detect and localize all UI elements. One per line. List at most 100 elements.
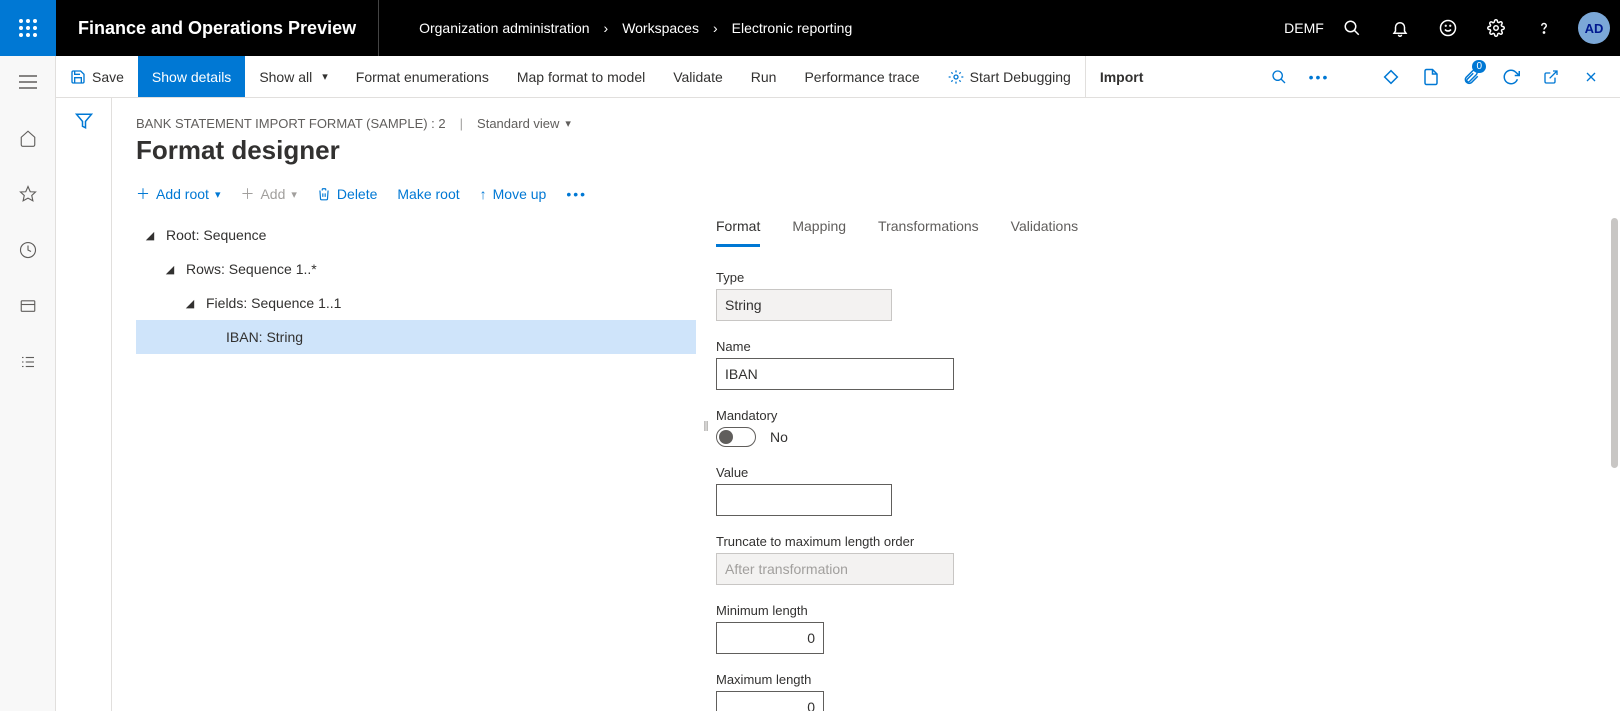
nav-modules[interactable] [8,346,48,378]
add-root-button[interactable]: ＋ Add root ▾ [136,184,220,204]
show-all-label: Show all [259,69,312,85]
tree-node-root[interactable]: ◢ Root: Sequence [136,218,696,252]
value-field[interactable] [716,484,892,516]
refresh-button[interactable] [1492,56,1530,98]
tree-node-fields[interactable]: ◢ Fields: Sequence 1..1 [136,286,696,320]
smiley-icon [1439,19,1457,37]
breadcrumb-item[interactable]: Electronic reporting [732,20,853,36]
gear-icon [1487,19,1505,37]
save-button[interactable]: Save [56,56,138,97]
workspace-icon [19,297,37,315]
nav-home[interactable] [8,122,48,154]
nav-favorites[interactable] [8,178,48,210]
chevron-down-icon: ▾ [322,70,328,83]
run-button[interactable]: Run [737,56,791,97]
close-button[interactable] [1572,56,1610,98]
bell-icon [1391,19,1409,37]
delete-button[interactable]: Delete [317,186,377,202]
performance-trace-button[interactable]: Performance trace [790,56,933,97]
page: BANK STATEMENT IMPORT FORMAT (SAMPLE) : … [112,98,1620,711]
popout-button[interactable] [1532,56,1570,98]
property-tabs: Format Mapping Transformations Validatio… [716,218,1416,248]
move-up-button[interactable]: ↑ Move up [480,186,547,202]
filter-button[interactable] [75,112,93,711]
chevron-down-icon: ▾ [291,188,297,201]
type-label: Type [716,270,1416,285]
truncate-label: Truncate to maximum length order [716,534,1416,549]
validate-button[interactable]: Validate [659,56,737,97]
view-dropdown[interactable]: Standard view ▾ [477,116,571,131]
nav-recent[interactable] [8,234,48,266]
search-icon [1343,19,1361,37]
user-avatar[interactable]: AD [1578,12,1610,44]
collapse-icon[interactable]: ◢ [142,229,158,242]
import-button[interactable]: Import [1085,56,1158,97]
find-button[interactable] [1260,56,1298,98]
main-area: Save Show details Show all ▾ Format enum… [56,56,1620,711]
action-bar: Save Show details Show all ▾ Format enum… [56,56,1620,98]
pane-resize-handle[interactable]: ‖ [696,218,716,711]
attachments-button[interactable]: 0 [1452,56,1490,98]
help-icon [1535,19,1553,37]
nav-expand-button[interactable] [8,66,48,98]
make-root-button[interactable]: Make root [397,186,459,202]
add-button[interactable]: ＋ Add ▾ [240,184,296,204]
show-all-button[interactable]: Show all ▾ [245,56,341,97]
mandatory-toggle[interactable] [716,427,756,447]
tab-validations[interactable]: Validations [1011,218,1078,247]
mandatory-label: Mandatory [716,408,1416,423]
arrow-up-icon: ↑ [480,186,487,202]
name-field[interactable] [716,358,954,390]
breadcrumb-item[interactable]: Organization administration [419,20,589,36]
tree-more-button[interactable]: ••• [566,186,587,202]
tab-format[interactable]: Format [716,218,760,247]
office-addins-button[interactable] [1372,56,1410,98]
type-field[interactable] [716,289,892,321]
company-picker[interactable]: DEMF [1280,0,1328,56]
truncate-field[interactable] [716,553,954,585]
chevron-right-icon: › [713,20,718,36]
show-details-button[interactable]: Show details [138,56,245,97]
breadcrumb-item[interactable]: Workspaces [622,20,699,36]
map-format-button[interactable]: Map format to model [503,56,659,97]
settings-button[interactable] [1472,0,1520,56]
plus-icon: ＋ [240,184,254,204]
min-length-field[interactable] [716,622,824,654]
search-button[interactable] [1328,0,1376,56]
shell: Save Show details Show all ▾ Format enum… [0,56,1620,711]
notifications-button[interactable] [1376,0,1424,56]
funnel-icon [75,112,93,130]
tab-mapping[interactable]: Mapping [792,218,846,247]
breadcrumb: Organization administration › Workspaces… [379,20,852,36]
open-excel-button[interactable] [1412,56,1450,98]
help-button[interactable] [1520,0,1568,56]
start-debugging-button[interactable]: Start Debugging [934,56,1085,97]
max-length-field[interactable] [716,691,824,711]
chevron-down-icon: ▾ [565,117,571,130]
waffle-icon [19,19,37,37]
top-bar: Finance and Operations Preview Organizat… [0,0,1620,56]
nav-workspaces[interactable] [8,290,48,322]
tree-node-iban[interactable]: IBAN: String [136,320,696,354]
collapse-icon[interactable]: ◢ [182,297,198,310]
mandatory-value: No [770,429,788,445]
save-label: Save [92,69,124,85]
save-icon [70,69,86,85]
tree-node-rows[interactable]: ◢ Rows: Sequence 1..* [136,252,696,286]
debug-icon [948,69,964,85]
context-path: BANK STATEMENT IMPORT FORMAT (SAMPLE) : … [136,116,446,131]
name-label: Name [716,339,1416,354]
collapse-icon[interactable]: ◢ [162,263,178,276]
chevron-down-icon: ▾ [215,188,221,201]
chevron-right-icon: › [604,20,609,36]
app-title: Finance and Operations Preview [56,0,379,56]
app-launcher-button[interactable] [0,0,56,56]
scrollbar-thumb[interactable] [1611,218,1618,468]
format-enumerations-button[interactable]: Format enumerations [342,56,503,97]
topbar-right: DEMF AD [1280,0,1620,56]
more-actions-button[interactable]: ••• [1300,56,1338,98]
page-context: BANK STATEMENT IMPORT FORMAT (SAMPLE) : … [136,116,1596,131]
content-area: BANK STATEMENT IMPORT FORMAT (SAMPLE) : … [56,98,1620,711]
feedback-button[interactable] [1424,0,1472,56]
tab-transformations[interactable]: Transformations [878,218,979,247]
